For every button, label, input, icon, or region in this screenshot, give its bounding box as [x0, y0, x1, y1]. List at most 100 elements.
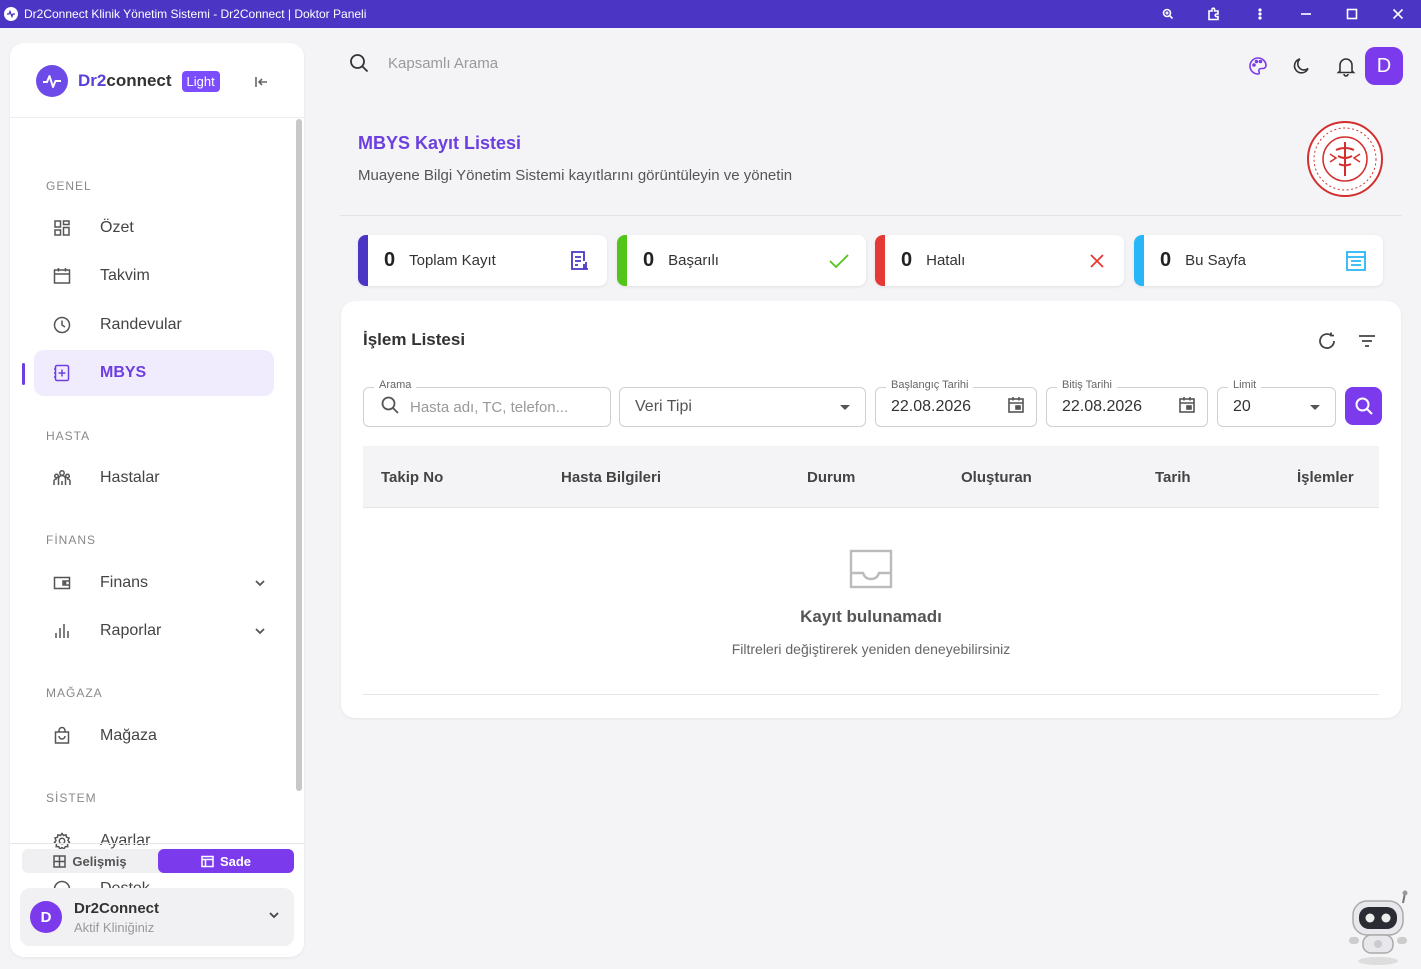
- mode-advanced-label: Gelişmiş: [72, 853, 127, 869]
- palette-icon[interactable]: [1236, 48, 1280, 84]
- clinic-avatar: D: [30, 901, 62, 933]
- maximize-button[interactable]: [1329, 0, 1375, 28]
- sidebar-item-hastalar[interactable]: Hastalar: [34, 455, 274, 501]
- mode-simple-label: Sade: [219, 853, 252, 869]
- dark-mode-icon[interactable]: [1280, 48, 1324, 84]
- search-icon: [350, 54, 369, 73]
- zoom-icon[interactable]: [1145, 0, 1191, 28]
- ministry-seal-icon: [1306, 120, 1384, 198]
- clinic-switcher[interactable]: D Dr2Connect Aktif Kliniğiniz: [20, 888, 294, 946]
- sidebar-item-raporlar[interactable]: Raporlar: [34, 608, 274, 654]
- stat-accent: [1134, 235, 1144, 286]
- layout-icon: [201, 855, 214, 867]
- data-type-select[interactable]: Veri Tipi: [619, 387, 866, 427]
- stat-accent: [875, 235, 885, 286]
- search-field-label: Arama: [374, 379, 417, 391]
- sidebar-item-finans[interactable]: Finans: [34, 560, 274, 606]
- stat-accent: [358, 235, 368, 286]
- brand[interactable]: Dr2connect Light: [36, 65, 220, 97]
- more-vertical-icon[interactable]: [1237, 0, 1283, 28]
- limit-select[interactable]: Limit 20: [1217, 379, 1336, 427]
- grid-icon: [53, 854, 67, 868]
- medical-file-icon: [51, 362, 73, 384]
- clinic-name: Dr2Connect: [74, 899, 160, 917]
- limit-value: 20: [1233, 398, 1251, 415]
- stat-accent: [617, 235, 627, 286]
- brand-name-a: Dr2: [78, 71, 107, 90]
- sidebar-item-magaza[interactable]: Mağaza: [34, 713, 274, 759]
- global-search-placeholder: Kapsamlı Arama: [388, 54, 499, 72]
- user-avatar[interactable]: D: [1365, 47, 1403, 85]
- brand-name-b: connect: [106, 71, 172, 90]
- table-header: Takip No Hasta Bilgileri Durum Oluşturan…: [363, 446, 1379, 508]
- filter-icon[interactable]: [1355, 329, 1379, 353]
- calendar-icon[interactable]: [1177, 395, 1207, 420]
- stat-value: 0: [643, 249, 655, 271]
- start-date-field[interactable]: Başlangıç Tarihi 22.08.2026: [875, 379, 1037, 427]
- records-panel: İşlem Listesi Arama Hasta adı, TC, telef…: [341, 301, 1401, 718]
- sidebar-item-randevular[interactable]: Randevular: [34, 302, 274, 348]
- search-icon: [364, 395, 400, 420]
- dropdown-caret-icon: [1310, 404, 1320, 410]
- check-icon: [826, 248, 852, 274]
- start-date-value: 22.08.2026: [891, 398, 972, 415]
- column-header[interactable]: Oluşturan: [961, 469, 1032, 486]
- mode-toggle: Gelişmiş Sade: [22, 849, 294, 873]
- heartbeat-logo-icon: [36, 65, 68, 97]
- mode-simple-button[interactable]: Sade: [158, 849, 294, 873]
- global-search[interactable]: Kapsamlı Arama: [348, 52, 498, 74]
- section-magaza: MAĞAZA: [46, 686, 103, 700]
- refresh-icon[interactable]: [1315, 329, 1339, 353]
- x-icon: [1084, 248, 1110, 274]
- section-finans: FİNANS: [46, 533, 97, 547]
- stat-successful: 0 Başarılı: [617, 235, 866, 286]
- end-date-field[interactable]: Bitiş Tarihi 22.08.2026: [1046, 379, 1208, 427]
- sidebar-item-mbys[interactable]: MBYS: [34, 350, 274, 396]
- extensions-icon[interactable]: [1191, 0, 1237, 28]
- chevron-down-icon: [252, 623, 268, 639]
- sidebar-scrollbar[interactable]: [296, 119, 302, 791]
- limit-label: Limit: [1228, 379, 1262, 391]
- sidebar-item-label: Özet: [100, 219, 134, 236]
- collapse-sidebar-icon[interactable]: [250, 71, 272, 93]
- page-subtitle: Muayene Bilgi Yönetim Sistemi kayıtların…: [358, 167, 793, 184]
- notification-bell-icon[interactable]: [1324, 48, 1368, 84]
- app-icon: [4, 7, 18, 21]
- clock-icon: [51, 314, 73, 336]
- chevron-down-icon: [266, 907, 294, 928]
- mode-advanced-button[interactable]: Gelişmiş: [22, 849, 158, 873]
- stat-failed: 0 Hatalı: [875, 235, 1124, 286]
- clinic-info: Dr2Connect Aktif Kliniğiniz: [74, 900, 266, 935]
- sidebar-item-label: Destek: [100, 880, 150, 888]
- sidebar-item-label: Hastalar: [100, 469, 160, 486]
- panel-title: İşlem Listesi: [363, 330, 466, 349]
- column-header[interactable]: Tarih: [1155, 469, 1191, 486]
- search-button[interactable]: [1345, 387, 1382, 425]
- sidebar-item-label: Finans: [100, 574, 149, 591]
- bar-chart-icon: [51, 620, 73, 642]
- sidebar-item-ozet[interactable]: Özet: [34, 205, 274, 251]
- wallet-icon: [51, 572, 73, 594]
- chevron-down-icon: [252, 575, 268, 591]
- window-titlebar: Dr2Connect Klinik Yönetim Sistemi - Dr2C…: [0, 0, 1421, 28]
- document-list-icon: [567, 248, 593, 274]
- column-header[interactable]: Durum: [807, 469, 855, 486]
- sidebar-nav: GENEL Özet Takvim Randevular MBYS HASTA …: [10, 118, 296, 888]
- minimize-button[interactable]: [1283, 0, 1329, 28]
- empty-state-title: Kayıt bulunamadı: [800, 607, 942, 626]
- assistant-robot-icon[interactable]: [1345, 889, 1411, 967]
- search-field[interactable]: Arama Hasta adı, TC, telefon...: [363, 379, 611, 427]
- empty-state-subtitle: Filtreleri değiştirerek yeniden deneyebi…: [731, 641, 1011, 657]
- dashboard-icon: [51, 217, 73, 239]
- sidebar-item-label: Takvim: [100, 267, 150, 284]
- calendar-icon[interactable]: [1006, 395, 1036, 420]
- close-button[interactable]: [1375, 0, 1421, 28]
- search-field-placeholder: Hasta adı, TC, telefon...: [410, 398, 569, 416]
- divider: [10, 843, 304, 844]
- sidebar-item-takvim[interactable]: Takvim: [34, 253, 274, 299]
- column-header[interactable]: İşlemler: [1297, 469, 1354, 486]
- inbox-icon: [849, 549, 893, 589]
- column-header[interactable]: Takip No: [381, 469, 443, 486]
- section-sistem: SİSTEM: [46, 791, 97, 805]
- column-header[interactable]: Hasta Bilgileri: [561, 469, 661, 486]
